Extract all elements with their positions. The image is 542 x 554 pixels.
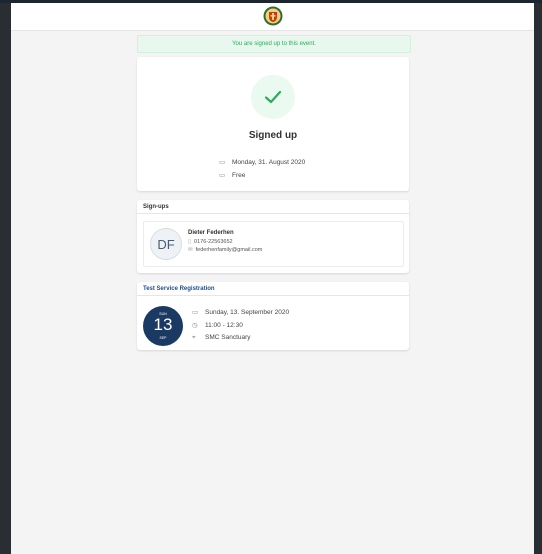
event-location: SMC Sanctuary bbox=[205, 334, 251, 341]
date-badge: SUN 13 SEP bbox=[143, 306, 183, 346]
signup-phone[interactable]: 0176-22563652 bbox=[194, 239, 233, 245]
event-time: 11:00 - 12:30 bbox=[205, 322, 243, 329]
event-price-row: ▭ Free bbox=[219, 171, 245, 179]
event-date-row: ▭ Monday, 31. August 2020 bbox=[219, 158, 305, 166]
event-date-row: ▭ Sunday, 13. September 2020 bbox=[192, 308, 289, 316]
avatar: DF bbox=[150, 228, 182, 260]
crest-logo[interactable] bbox=[263, 6, 283, 26]
phone-icon: ▯ bbox=[188, 239, 192, 245]
success-alert: You are signed up to this event. bbox=[137, 35, 411, 53]
success-badge bbox=[251, 75, 295, 119]
event-location-row: ⌖ SMC Sanctuary bbox=[192, 334, 251, 342]
signup-email[interactable]: federhenfamily@gmail.com bbox=[196, 247, 263, 253]
event-card[interactable]: Test Service Registration SUN 13 SEP ▭ Su… bbox=[137, 282, 409, 350]
signup-email-row: ✉ federhenfamily@gmail.com bbox=[188, 247, 262, 253]
event-date: Monday, 31. August 2020 bbox=[232, 159, 306, 166]
date-badge-month: SEP bbox=[159, 336, 167, 340]
mail-icon: ✉ bbox=[188, 247, 193, 253]
calendar-icon: ▭ bbox=[219, 159, 226, 166]
event-price: Free bbox=[232, 172, 246, 179]
signed-up-card: Signed up ▭ Monday, 31. August 2020 ▭ Free bbox=[137, 57, 409, 191]
event-title[interactable]: Test Service Registration bbox=[137, 282, 409, 296]
signup-entry[interactable]: DF Dieter Federhen ▯ 0176-22563652 ✉ feder… bbox=[143, 221, 404, 267]
signups-heading: Sign-ups bbox=[137, 200, 409, 214]
signed-up-title: Signed up bbox=[248, 130, 298, 141]
check-icon bbox=[264, 90, 282, 104]
calendar-icon: ▭ bbox=[192, 309, 199, 316]
event-time-row: ◷ 11:00 - 12:30 bbox=[192, 321, 243, 329]
signup-phone-row: ▯ 0176-22563652 bbox=[188, 239, 233, 245]
signup-name: Dieter Federhen bbox=[188, 230, 234, 236]
signups-card: Sign-ups DF Dieter Federhen ▯ 0176-225636… bbox=[137, 200, 409, 273]
ticket-icon: ▭ bbox=[219, 172, 226, 179]
date-badge-day: 13 bbox=[153, 315, 173, 334]
site-header bbox=[11, 3, 534, 31]
location-pin-icon: ⌖ bbox=[192, 334, 196, 341]
event-date: Sunday, 13. September 2020 bbox=[205, 309, 290, 316]
page-frame: You are signed up to this event. Signed … bbox=[11, 3, 534, 554]
clock-icon: ◷ bbox=[192, 322, 198, 329]
